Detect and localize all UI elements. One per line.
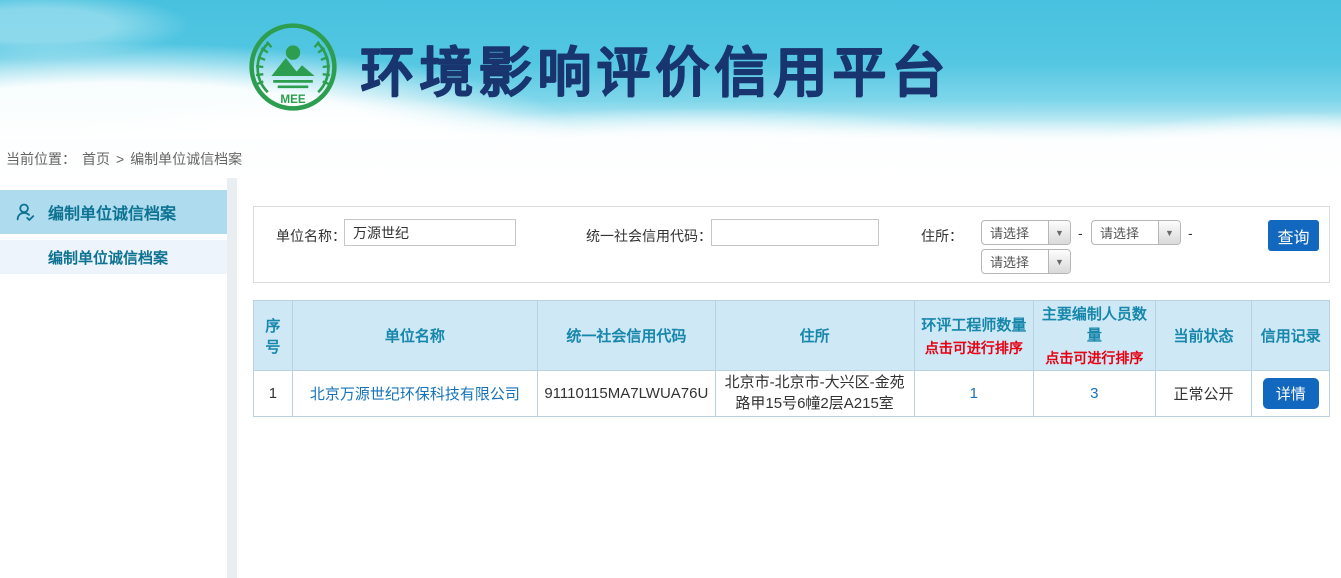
col-status: 当前状态	[1155, 301, 1252, 371]
query-button[interactable]: 查询	[1268, 220, 1319, 251]
page: MEE 环境影响评价信用平台 当前位置： 首页 > 编制单位诚信档案 编制单位诚…	[0, 0, 1341, 578]
user-check-icon	[14, 201, 36, 223]
address-district-value: 请选择	[982, 250, 1048, 273]
chevron-down-icon[interactable]: ▼	[1158, 221, 1180, 244]
company-name-label: 单位名称：	[276, 226, 346, 246]
sidebar-section-header[interactable]: 编制单位诚信档案	[0, 190, 227, 234]
col-credit-record: 信用记录	[1252, 301, 1330, 371]
address-dash-2: -	[1188, 225, 1193, 241]
col-engineer-count-sortable[interactable]: 环评工程师数量 点击可进行排序	[914, 301, 1033, 371]
results-table: 序号 单位名称 统一社会信用代码 住所 环评工程师数量 点击可进行排序 主要编制…	[253, 300, 1330, 417]
table-row: 1 北京万源世纪环保科技有限公司 91110115MA7LWUA76U 北京市-…	[254, 371, 1330, 417]
row-index-cell: 1	[254, 371, 293, 417]
breadcrumb-label: 当前位置：	[6, 149, 76, 169]
sidebar-item-label: 编制单位诚信档案	[48, 247, 168, 268]
address-province-value: 请选择	[982, 221, 1048, 244]
mee-logo-icon: MEE	[248, 22, 338, 112]
sidebar: 编制单位诚信档案 编制单位诚信档案	[0, 178, 227, 578]
address-city-select[interactable]: 请选择 ▼	[1091, 220, 1181, 245]
sidebar-divider	[227, 178, 237, 578]
breadcrumb: 当前位置： 首页 > 编制单位诚信档案	[0, 140, 1341, 178]
chevron-down-icon[interactable]: ▼	[1048, 221, 1070, 244]
company-link[interactable]: 北京万源世纪环保科技有限公司	[310, 386, 520, 403]
address-city-value: 请选择	[1092, 221, 1158, 244]
address-cell: 北京市-北京市-大兴区-金苑路甲15号6幢2层A215室	[715, 371, 914, 417]
col-index: 序号	[254, 301, 293, 371]
breadcrumb-home-link[interactable]: 首页	[82, 149, 110, 169]
sidebar-section-label: 编制单位诚信档案	[48, 200, 176, 224]
detail-button[interactable]: 详情	[1263, 378, 1319, 409]
site-title: 环境影响评价信用平台	[360, 28, 950, 107]
breadcrumb-separator: >	[116, 151, 124, 167]
credit-code-input[interactable]	[711, 219, 879, 246]
sidebar-item-credit-archive[interactable]: 编制单位诚信档案	[0, 240, 227, 274]
breadcrumb-current: 编制单位诚信档案	[130, 149, 242, 169]
col-address: 住所	[715, 301, 914, 371]
col-engineer-count-label: 环评工程师数量	[921, 317, 1026, 334]
staff-sort-hint: 点击可进行排序	[1038, 348, 1151, 368]
engineer-count-link[interactable]: 1	[970, 385, 978, 402]
credit-code-label: 统一社会信用代码：	[586, 226, 712, 246]
col-credit-code: 统一社会信用代码	[538, 301, 716, 371]
staff-count-link[interactable]: 3	[1090, 385, 1098, 402]
chevron-down-icon[interactable]: ▼	[1048, 250, 1070, 273]
address-province-select[interactable]: 请选择 ▼	[981, 220, 1071, 245]
company-name-input[interactable]	[344, 219, 516, 246]
col-company: 单位名称	[292, 301, 537, 371]
address-label: 住所：	[921, 226, 963, 246]
engineer-sort-hint: 点击可进行排序	[919, 338, 1029, 358]
address-district-select[interactable]: 请选择 ▼	[981, 249, 1071, 274]
main-content: 单位名称： 统一社会信用代码： 住所： 请选择 ▼ - 请选择 ▼ - 请选择 …	[253, 178, 1330, 578]
table-header-row: 序号 单位名称 统一社会信用代码 住所 环评工程师数量 点击可进行排序 主要编制…	[254, 301, 1330, 371]
search-panel: 单位名称： 统一社会信用代码： 住所： 请选择 ▼ - 请选择 ▼ - 请选择 …	[253, 206, 1330, 283]
address-dash-1: -	[1078, 225, 1083, 241]
col-staff-count-sortable[interactable]: 主要编制人员数量 点击可进行排序	[1034, 301, 1156, 371]
status-cell: 正常公开	[1155, 371, 1252, 417]
col-staff-count-label: 主要编制人员数量	[1042, 306, 1147, 344]
header-banner: MEE 环境影响评价信用平台	[0, 0, 1341, 140]
credit-code-cell: 91110115MA7LWUA76U	[538, 371, 716, 417]
logo-text: MEE	[280, 93, 306, 106]
